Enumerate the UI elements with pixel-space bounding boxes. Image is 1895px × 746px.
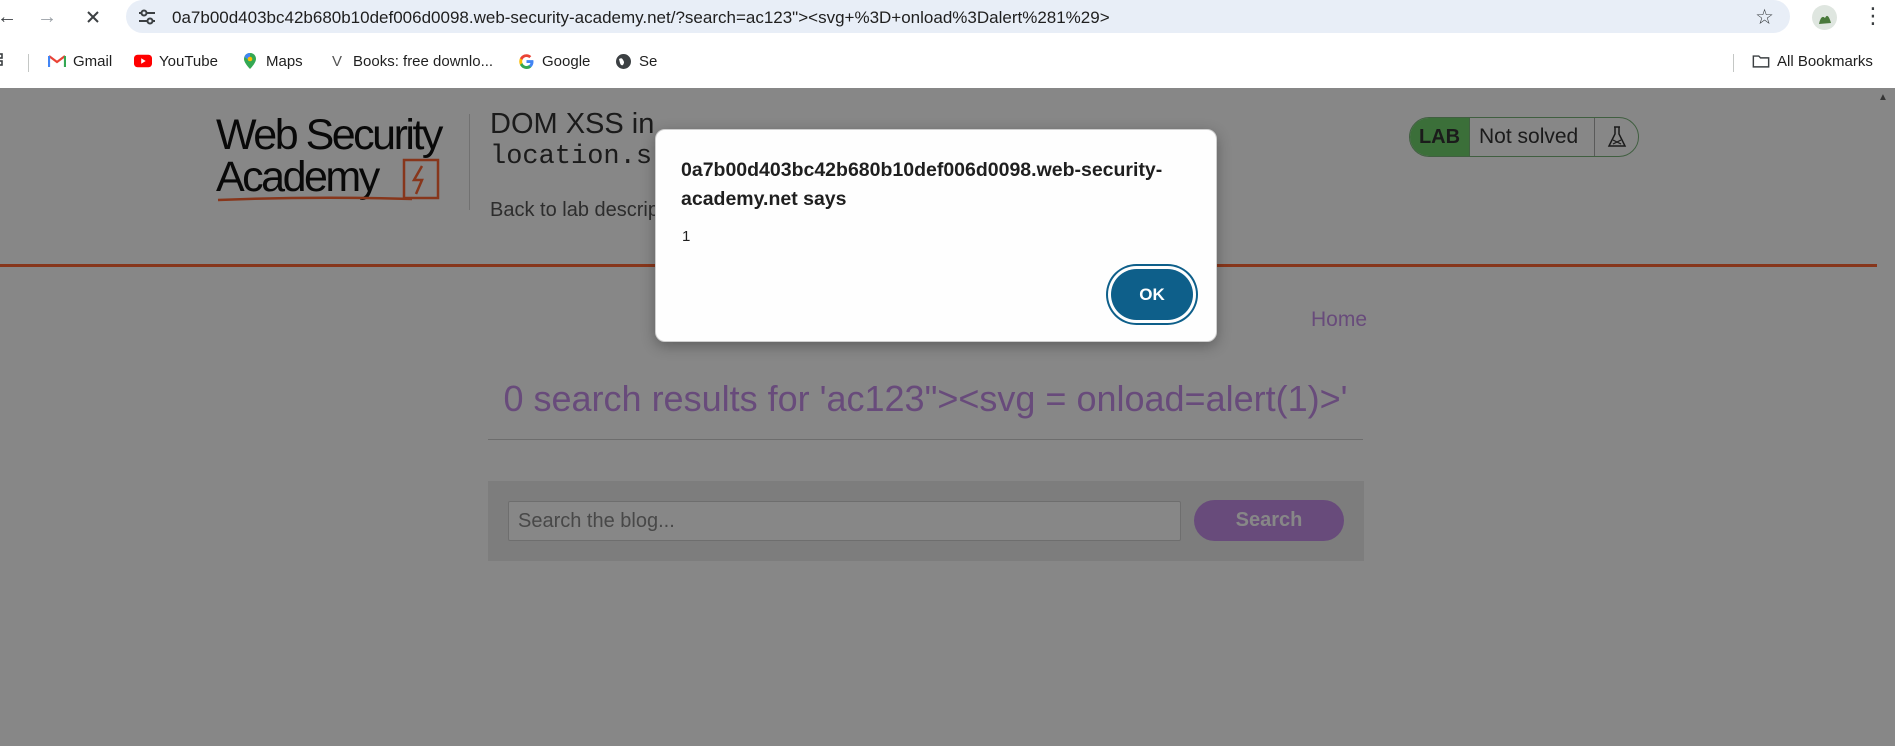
alert-message: 1 — [682, 228, 691, 245]
forward-icon[interactable]: → — [34, 4, 60, 30]
apps-grid-icon[interactable] — [0, 52, 8, 68]
site-info-icon[interactable] — [136, 6, 158, 28]
bookmark-site[interactable]: Se — [614, 52, 657, 70]
bookmarks-divider — [28, 54, 29, 72]
bookmark-label: Books: free downlo... — [353, 52, 494, 70]
youtube-icon — [134, 52, 152, 70]
bookmarks-bar: Gmail YouTube Maps V Books: free downlo.… — [0, 44, 1895, 79]
bookmark-label: Se — [639, 52, 658, 70]
alert-dialog: 0a7b00d403bc42b680b10def006d0098.web-sec… — [655, 129, 1217, 342]
google-icon — [517, 52, 535, 70]
bookmark-gmail[interactable]: Gmail — [48, 52, 112, 70]
ok-button[interactable]: OK — [1111, 269, 1193, 320]
maps-icon — [241, 52, 259, 70]
bookmark-youtube[interactable]: YouTube — [134, 52, 218, 70]
menu-kebab-icon[interactable]: ⋮ — [1862, 4, 1884, 28]
gmail-icon — [48, 52, 66, 70]
address-bar[interactable]: 0a7b00d403bc42b680b10def006d0098.web-sec… — [126, 0, 1790, 33]
bookmark-maps[interactable]: Maps — [241, 52, 303, 70]
bookmark-label: Maps — [266, 52, 303, 70]
all-bookmarks[interactable]: All Bookmarks — [1752, 52, 1873, 70]
all-bookmarks-label: All Bookmarks — [1777, 52, 1873, 70]
stop-loading-icon[interactable] — [80, 4, 106, 30]
bookmarks-divider — [1733, 54, 1734, 72]
bookmark-google[interactable]: Google — [517, 52, 590, 70]
back-icon[interactable]: ← — [0, 4, 20, 30]
url-text[interactable]: 0a7b00d403bc42b680b10def006d0098.web-sec… — [172, 8, 1110, 28]
browser-toolbar: ← → 0a7b00d403bc42b680b10def006d0098.web… — [0, 0, 1895, 35]
bookmark-books[interactable]: V Books: free downlo... — [328, 52, 493, 70]
folder-icon — [1752, 52, 1770, 70]
bookmark-star-icon[interactable]: ☆ — [1755, 5, 1774, 30]
profile-avatar[interactable] — [1812, 5, 1837, 30]
modal-overlay: 0a7b00d403bc42b680b10def006d0098.web-sec… — [0, 88, 1895, 746]
alert-origin: 0a7b00d403bc42b680b10def006d0098.web-sec… — [681, 159, 1163, 210]
bookmark-label: YouTube — [159, 52, 218, 70]
globe-icon — [614, 52, 632, 70]
books-icon: V — [331, 52, 342, 70]
bookmark-label: Gmail — [73, 52, 113, 70]
bookmark-label: Google — [542, 52, 591, 70]
